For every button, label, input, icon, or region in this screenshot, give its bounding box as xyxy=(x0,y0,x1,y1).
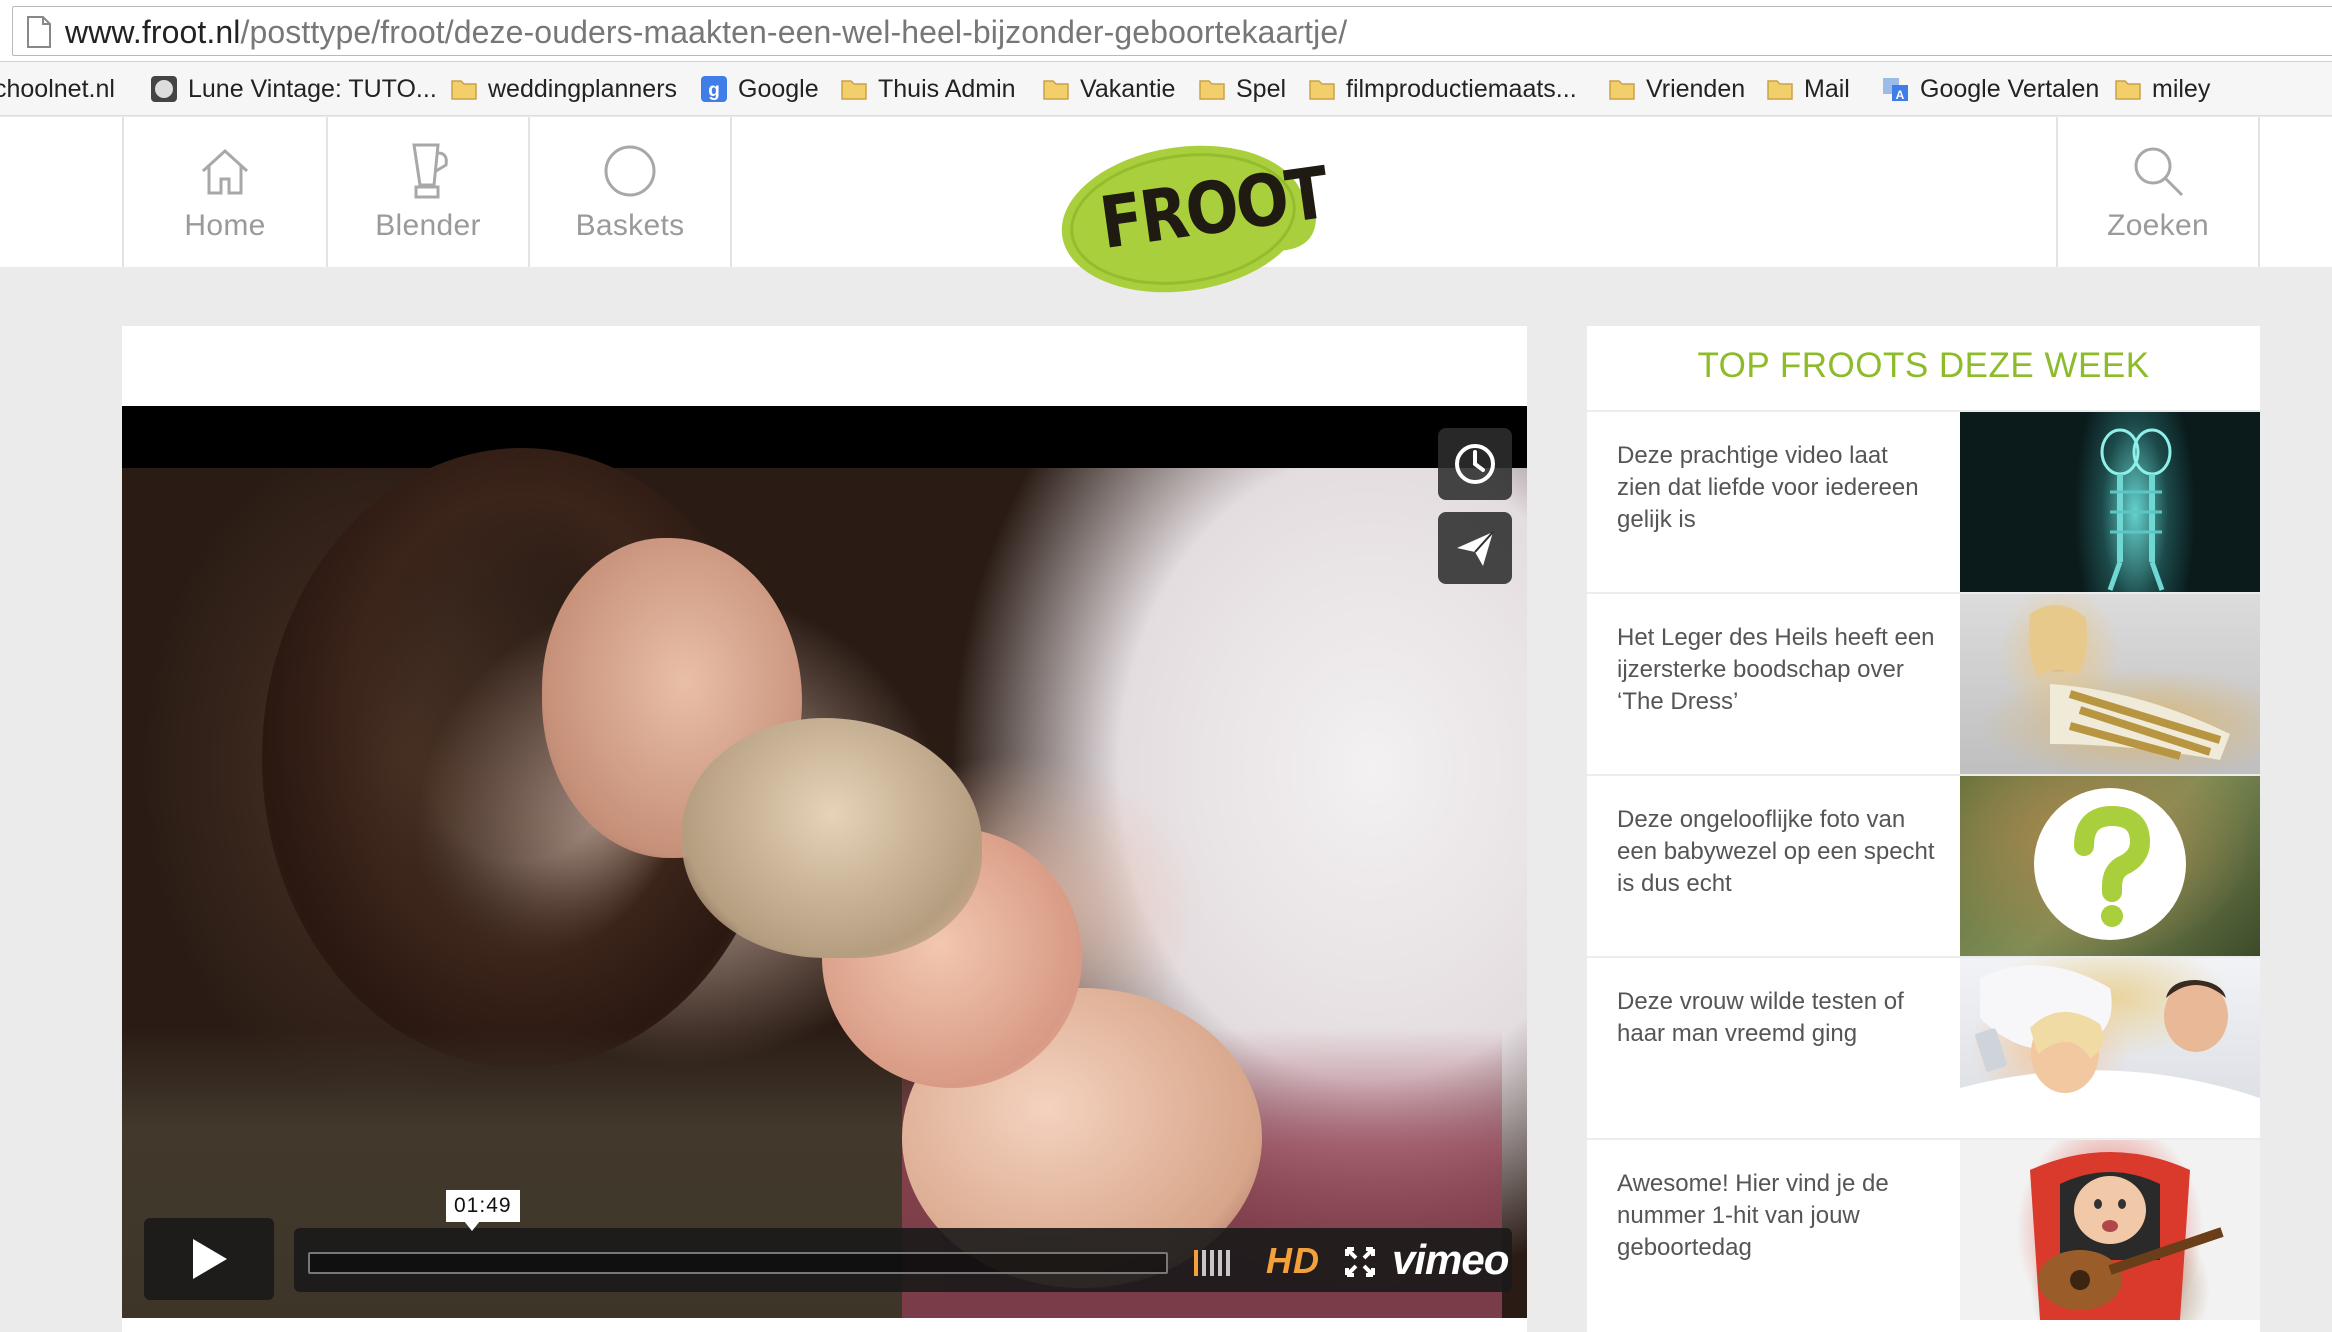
bookmark-weddingplanners[interactable]: weddingplanners xyxy=(450,70,677,108)
folder-icon xyxy=(2115,80,2141,100)
bookmark-label: Google xyxy=(738,74,819,103)
paper-plane-icon xyxy=(1457,531,1494,566)
nav-home-label: Home xyxy=(184,209,266,242)
url-text: www.froot.nl/posttype/froot/deze-ouders-… xyxy=(65,15,1347,49)
nav-search[interactable]: Zoeken xyxy=(2056,117,2260,267)
browser-address-bar: www.froot.nl/posttype/froot/deze-ouders-… xyxy=(0,0,2332,62)
bookmark-schoolnet[interactable]: choolnet.nl xyxy=(0,70,115,108)
xray-couple-image xyxy=(2100,428,2172,591)
site-header: Home Blender Baskets FROOT Zoeken xyxy=(0,117,2332,293)
fullscreen-icon[interactable] xyxy=(1344,1246,1376,1278)
video-letterbox xyxy=(122,406,1527,468)
bookmark-label: Vakantie xyxy=(1080,74,1176,103)
folder-icon xyxy=(841,80,867,100)
folder-icon xyxy=(1767,80,1793,100)
url-field[interactable]: www.froot.nl/posttype/froot/deze-ouders-… xyxy=(12,6,2332,56)
story-item[interactable]: Deze ongelooflijke foto van een babyweze… xyxy=(1587,774,2260,956)
bookmark-label: Lune Vintage: TUTO... xyxy=(188,74,437,103)
timecode: 01:49 xyxy=(446,1190,520,1231)
story-title[interactable]: Deze prachtige video laat zien dat liefd… xyxy=(1617,440,1937,536)
bookmark-vrienden[interactable]: Vrienden xyxy=(1608,70,1745,108)
blender-icon xyxy=(412,143,448,199)
page-icon xyxy=(27,16,51,48)
bookmark-miley[interactable]: miley xyxy=(2114,70,2210,108)
folder-icon xyxy=(1309,80,1335,100)
video-image-child-hair xyxy=(682,718,982,958)
video-controls: 01:49 HD vimeo xyxy=(144,1190,1512,1300)
couple-in-bed-image xyxy=(1960,965,2260,1138)
volume-control[interactable] xyxy=(1194,1248,1246,1276)
story-thumbnail[interactable] xyxy=(1960,412,2260,592)
video-player[interactable]: 01:49 HD vimeo xyxy=(122,406,1527,1318)
story-thumbnail[interactable] xyxy=(1960,776,2260,956)
bookmark-google-vertalen[interactable]: A Google Vertalen xyxy=(1882,70,2099,108)
share-button[interactable] xyxy=(1438,512,1512,584)
bookmark-mail[interactable]: Mail xyxy=(1766,70,1850,108)
bookmark-vakantie[interactable]: Vakantie xyxy=(1042,70,1175,108)
story-thumbnail[interactable] xyxy=(1960,1140,2260,1320)
story-title[interactable]: Deze vrouw wilde testen of haar man vree… xyxy=(1617,986,1937,1050)
site-icon xyxy=(151,76,177,102)
nav-baskets-label: Baskets xyxy=(575,209,685,242)
home-icon xyxy=(201,148,249,195)
nav-home[interactable]: Home xyxy=(122,117,326,267)
translate-icon: A xyxy=(1883,78,1908,102)
baby-with-guitar-image xyxy=(2030,1152,2224,1320)
nav-baskets[interactable]: Baskets xyxy=(528,117,732,267)
story-item[interactable]: Het Leger des Heils heeft een ijzersterk… xyxy=(1587,592,2260,774)
story-title[interactable]: Awesome! Hier vind je de nummer 1-hit va… xyxy=(1617,1168,1937,1264)
story-item[interactable]: Deze vrouw wilde testen of haar man vree… xyxy=(1587,956,2260,1138)
bookmark-label: Google Vertalen xyxy=(1920,74,2100,103)
story-list: Deze prachtige video laat zien dat liefd… xyxy=(1587,410,2260,1320)
story-thumbnail[interactable] xyxy=(1960,594,2260,774)
play-icon xyxy=(193,1239,227,1279)
bookmarks-bar: choolnet.nl Lune Vintage: TUTO... weddin… xyxy=(0,62,2332,116)
url-host: www.froot.nl xyxy=(65,14,241,50)
play-button[interactable] xyxy=(144,1218,274,1300)
vimeo-logo[interactable]: vimeo xyxy=(1392,1236,1509,1284)
folder-icon xyxy=(451,80,477,100)
top-froots-sidebar: TOP FROOTS DEZE WEEK Deze prachtige vide… xyxy=(1587,326,2260,1332)
story-item[interactable]: Awesome! Hier vind je de nummer 1-hit va… xyxy=(1587,1138,2260,1320)
story-thumbnail[interactable] xyxy=(1960,958,2260,1138)
folder-icon xyxy=(1043,80,1069,100)
url-path: /posttype/froot/deze-ouders-maakten-een-… xyxy=(240,14,1348,50)
control-bar: 01:49 HD vimeo xyxy=(294,1190,1512,1292)
sidebar-title: TOP FROOTS DEZE WEEK xyxy=(1697,346,2150,385)
bookmark-label: Vrienden xyxy=(1646,74,1746,103)
folder-icon xyxy=(1609,80,1635,100)
progress-bar[interactable] xyxy=(308,1252,1168,1274)
hd-toggle[interactable]: HD xyxy=(1266,1240,1320,1282)
svg-text:g: g xyxy=(708,80,720,101)
bookmark-label: Thuis Admin xyxy=(878,74,1016,103)
bookmark-label: choolnet.nl xyxy=(0,74,115,103)
nav-blender[interactable]: Blender xyxy=(326,117,528,267)
bookmark-lune-vintage[interactable]: Lune Vintage: TUTO... xyxy=(150,70,437,108)
search-icon xyxy=(2134,147,2184,197)
story-item[interactable]: Deze prachtige video laat zien dat liefd… xyxy=(1587,410,2260,592)
bookmark-label: filmproductiemaats... xyxy=(1346,74,1577,103)
question-mark-image xyxy=(2034,788,2186,940)
story-title[interactable]: Deze ongelooflijke foto van een babyweze… xyxy=(1617,804,1937,900)
google-icon: g xyxy=(701,76,727,102)
folder-icon xyxy=(1199,80,1225,100)
bookmark-label: Spel xyxy=(1236,74,1287,103)
story-title[interactable]: Het Leger des Heils heeft een ijzersterk… xyxy=(1617,622,1937,718)
woman-in-dress-image xyxy=(2029,604,2230,760)
bookmark-label: weddingplanners xyxy=(488,74,678,103)
bookmark-label: miley xyxy=(2152,74,2211,103)
bookmark-filmproductiemaats[interactable]: filmproductiemaats... xyxy=(1308,70,1577,108)
watch-later-button[interactable] xyxy=(1438,428,1512,500)
bookmark-thuis-admin[interactable]: Thuis Admin xyxy=(840,70,1016,108)
bookmark-spel[interactable]: Spel xyxy=(1198,70,1286,108)
video-frame[interactable] xyxy=(122,448,1527,1318)
bookmark-label: Mail xyxy=(1804,74,1850,103)
circle-icon xyxy=(604,145,656,197)
clock-icon xyxy=(1455,444,1495,484)
bookmark-google[interactable]: g Google xyxy=(700,70,819,108)
svg-text:A: A xyxy=(1896,88,1905,102)
nav-blender-label: Blender xyxy=(375,209,481,242)
nav-search-label: Zoeken xyxy=(2107,209,2209,242)
